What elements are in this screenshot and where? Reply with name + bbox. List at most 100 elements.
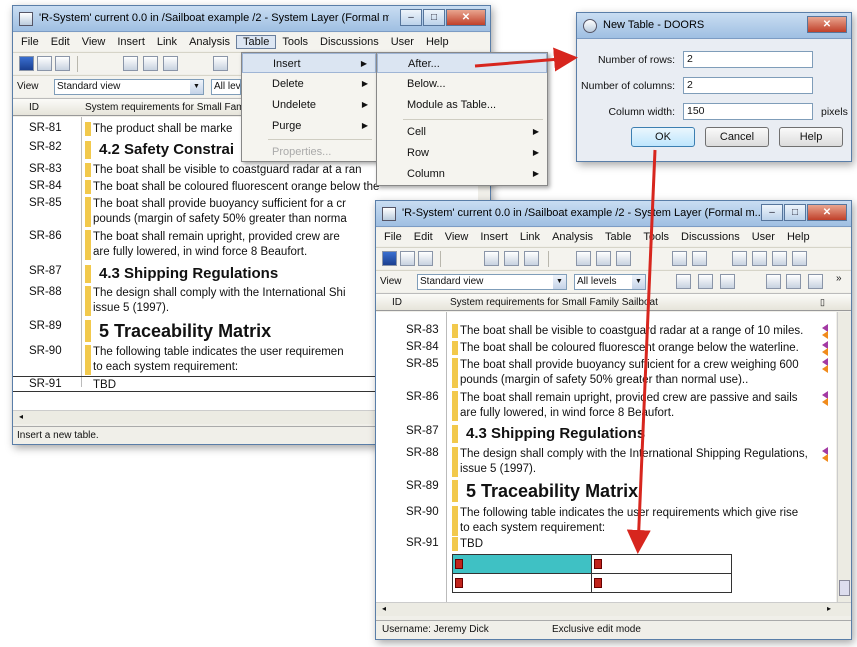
menu-item-row[interactable]: Row ▶	[377, 143, 547, 163]
demote-icon[interactable]	[163, 56, 178, 71]
columns-field[interactable]: 2	[683, 77, 813, 94]
menu-user[interactable]: User	[385, 36, 420, 48]
link-chain-icon[interactable]	[672, 251, 687, 266]
menu-item-insert[interactable]: Insert ▶	[242, 53, 376, 73]
column-width-field[interactable]: 150	[683, 103, 813, 120]
share-icon[interactable]	[808, 274, 823, 289]
close-icon[interactable]: ✕	[807, 16, 847, 33]
menu-help[interactable]: Help	[781, 231, 816, 243]
level-select[interactable]: All levels ▼	[574, 274, 646, 290]
indent-icon[interactable]	[123, 56, 138, 71]
menu-file[interactable]: File	[15, 36, 45, 48]
menu-item-cell[interactable]: Cell ▶	[377, 122, 547, 142]
close-icon[interactable]: ✕	[807, 204, 847, 221]
menu-link[interactable]: Link	[514, 231, 546, 243]
minimize-icon[interactable]: –	[761, 204, 783, 221]
properties-icon[interactable]	[55, 56, 70, 71]
indent-icon[interactable]	[484, 251, 499, 266]
clear-filter-icon[interactable]	[720, 274, 735, 289]
columns-icon[interactable]	[766, 274, 781, 289]
vertical-scrollbar[interactable]	[837, 312, 851, 602]
level-select[interactable]: All leve	[211, 79, 241, 95]
color-icon[interactable]	[792, 251, 807, 266]
column-resize-icon[interactable]: ▯	[820, 297, 825, 308]
menu-edit[interactable]: Edit	[408, 231, 439, 243]
menu-item-module-as-table[interactable]: Module as Table...	[377, 95, 547, 115]
menu-table[interactable]: Table	[599, 231, 637, 243]
rows-field[interactable]: 2	[683, 51, 813, 68]
promote-icon[interactable]	[143, 56, 158, 71]
menu-analysis[interactable]: Analysis	[183, 36, 236, 48]
menu-item-column[interactable]: Column ▶	[377, 164, 547, 184]
menu-link[interactable]: Link	[151, 36, 183, 48]
overflow-chevron-icon[interactable]: »	[836, 273, 842, 284]
delete-link-icon[interactable]	[692, 251, 707, 266]
maximize-icon[interactable]: □	[423, 9, 445, 26]
cancel-button[interactable]: Cancel	[705, 127, 769, 147]
table-cell[interactable]	[591, 573, 732, 593]
promote-icon[interactable]	[504, 251, 519, 266]
menu-item-after[interactable]: After...	[377, 53, 547, 73]
menu-user[interactable]: User	[746, 231, 781, 243]
link-icon[interactable]	[616, 251, 631, 266]
menu-view[interactable]: View	[439, 231, 475, 243]
menu-item-below[interactable]: Below...	[377, 74, 547, 94]
menu-table[interactable]: Table	[236, 35, 277, 49]
demote-icon[interactable]	[524, 251, 539, 266]
filter-icon[interactable]	[676, 274, 691, 289]
insert-object-icon[interactable]	[576, 251, 591, 266]
menu-item-delete[interactable]: Delete ▶	[242, 74, 376, 94]
col-requirements[interactable]: System requirements for Small Family Sai…	[450, 297, 658, 308]
print-icon[interactable]	[37, 56, 52, 71]
ok-button[interactable]: OK	[631, 127, 695, 147]
title-bar[interactable]: 'R-System' current 0.0 in /Sailboat exam…	[13, 6, 490, 32]
sort-icon[interactable]	[698, 274, 713, 289]
attributes-icon[interactable]	[786, 274, 801, 289]
maximize-icon[interactable]: □	[784, 204, 806, 221]
link-in-icon[interactable]	[822, 398, 828, 406]
insert-below-icon[interactable]	[596, 251, 611, 266]
menu-tools[interactable]: Tools	[276, 36, 314, 48]
link-in-icon[interactable]	[822, 348, 828, 356]
menu-edit[interactable]: Edit	[45, 36, 76, 48]
save-icon[interactable]	[19, 56, 34, 71]
table-cell[interactable]	[591, 554, 732, 574]
link-follow-icon[interactable]	[752, 251, 767, 266]
insert-object-icon[interactable]	[213, 56, 228, 71]
menu-discussions[interactable]: Discussions	[314, 36, 385, 48]
menu-help[interactable]: Help	[420, 36, 455, 48]
scroll-left-icon[interactable]: ◂	[19, 412, 23, 421]
link-in-icon[interactable]	[822, 454, 828, 462]
print-icon[interactable]	[400, 251, 415, 266]
scroll-thumb[interactable]	[839, 580, 850, 596]
link-in-icon[interactable]	[822, 365, 828, 373]
col-id[interactable]: ID	[392, 297, 402, 308]
horizontal-scrollbar[interactable]: ◂ ▸	[376, 602, 851, 616]
menu-view[interactable]: View	[76, 36, 112, 48]
table-cell[interactable]	[452, 573, 592, 593]
menu-insert[interactable]: Insert	[111, 36, 151, 48]
minimize-icon[interactable]: –	[400, 9, 422, 26]
scroll-left-icon[interactable]: ◂	[382, 604, 386, 613]
menu-item-undelete[interactable]: Undelete ▶	[242, 95, 376, 115]
menu-insert[interactable]: Insert	[474, 231, 514, 243]
scroll-right-icon[interactable]: ▸	[827, 604, 831, 613]
view-select[interactable]: Standard view ▼	[54, 79, 204, 95]
dialog-title-bar[interactable]: New Table - DOORS ✕	[577, 13, 851, 39]
menu-item-purge[interactable]: Purge ▶	[242, 116, 376, 136]
link-in-icon[interactable]	[822, 331, 828, 339]
link-settings-icon[interactable]	[732, 251, 747, 266]
title-bar[interactable]: 'R-System' current 0.0 in /Sailboat exam…	[376, 201, 851, 227]
refresh-icon[interactable]	[772, 251, 787, 266]
table-cell[interactable]	[452, 554, 592, 574]
col-id[interactable]: ID	[29, 102, 39, 113]
view-select[interactable]: Standard view ▼	[417, 274, 567, 290]
menu-file[interactable]: File	[378, 231, 408, 243]
save-icon[interactable]	[382, 251, 397, 266]
help-button[interactable]: Help	[779, 127, 843, 147]
menu-tools[interactable]: Tools	[637, 231, 675, 243]
properties-icon[interactable]	[418, 251, 433, 266]
close-icon[interactable]: ✕	[446, 9, 486, 26]
menu-analysis[interactable]: Analysis	[546, 231, 599, 243]
menu-discussions[interactable]: Discussions	[675, 231, 746, 243]
